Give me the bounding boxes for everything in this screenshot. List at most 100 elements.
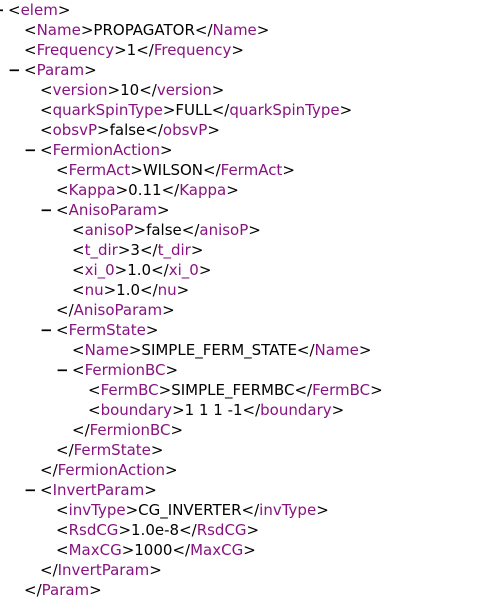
tag-name: Name (84, 341, 129, 359)
angle-bracket: > (282, 161, 295, 179)
angle-bracket: </ (56, 301, 74, 319)
angle-bracket: > (198, 261, 212, 279)
xml-open-tag-line: − <FermionAction> (24, 140, 173, 160)
element-value: 1.0e-8 (131, 521, 180, 539)
angle-bracket: > (114, 261, 128, 279)
angle-bracket: < (72, 221, 85, 239)
angle-bracket: > (316, 501, 329, 519)
angle-bracket: < (56, 541, 69, 559)
minus-collapse-icon[interactable]: − (40, 320, 56, 340)
tag-name: invType (68, 501, 126, 519)
angle-bracket: > (165, 361, 179, 379)
tag-name: xi_0 (84, 261, 115, 279)
angle-bracket: </ (172, 541, 191, 559)
element-value: 0.11 (128, 181, 162, 199)
xml-element-line: <Kappa>0.11</Kappa> (56, 180, 239, 200)
xml-element-line: <Name>SIMPLE_FERM_STATE</Name> (72, 340, 371, 360)
angle-bracket: < (56, 201, 69, 219)
angle-bracket: < (24, 61, 37, 79)
tag-name: Name (212, 21, 257, 39)
element-value: SIMPLE_FERM_STATE (141, 341, 297, 359)
angle-bracket: < (56, 521, 69, 539)
tag-name: Frequency (36, 41, 115, 59)
angle-bracket: > (248, 221, 261, 239)
xml-element-line: <FermAct>WILSON</FermAct> (56, 160, 295, 180)
tag-name: Param (41, 581, 90, 599)
angle-bracket: > (226, 181, 239, 199)
tag-name: RsdCG (68, 521, 119, 539)
angle-bracket: > (162, 101, 176, 119)
angle-bracket: > (103, 281, 117, 299)
angle-bracket: > (162, 301, 175, 319)
angle-bracket: < (40, 481, 53, 499)
angle-bracket: </ (136, 41, 154, 59)
xml-close-tag-line: </AnisoParam> (56, 300, 175, 320)
element-value: 1.0 (116, 281, 141, 299)
xml-close-tag-line: </InvertParam> (40, 560, 162, 580)
angle-bracket: </ (151, 261, 169, 279)
angle-bracket: </ (179, 521, 197, 539)
angle-bracket: > (256, 21, 270, 39)
minus-collapse-icon[interactable]: − (24, 140, 40, 160)
tag-name: quarkSpinType (229, 101, 340, 119)
element-value: WILSON (142, 161, 204, 179)
angle-bracket: > (145, 321, 159, 339)
xml-open-tag-line: −<elem> (0, 0, 70, 20)
angle-bracket: < (88, 381, 101, 399)
xml-element-line: <Name>PROPAGATOR</Name> (24, 20, 269, 40)
angle-bracket: < (24, 41, 37, 59)
angle-bracket: < (24, 21, 37, 39)
tag-name: Name (36, 21, 81, 39)
angle-bracket: < (72, 361, 85, 379)
angle-bracket: </ (294, 381, 313, 399)
xml-open-tag-line: − <InvertParam> (24, 480, 157, 500)
tag-name: version (156, 81, 212, 99)
minus-collapse-icon[interactable]: − (40, 200, 56, 220)
tag-name: t_dir (157, 241, 191, 259)
tag-name: MaxCG (68, 541, 122, 559)
element-value: CG_INVERTER (138, 501, 242, 519)
element-value: 10 (120, 81, 140, 99)
element-value: false (146, 221, 182, 239)
tag-name: obsvP (162, 121, 208, 139)
xml-open-tag-line: − <FermionBC> (56, 360, 178, 380)
angle-bracket: </ (241, 501, 260, 519)
element-value: 1.0 (127, 261, 152, 279)
xml-element-line: <boundary>1 1 1 -1</boundary> (88, 400, 344, 420)
angle-bracket: > (170, 421, 184, 439)
minus-collapse-icon[interactable]: − (0, 0, 8, 20)
tag-name: AnisoParam (68, 201, 158, 219)
tag-name: quarkSpinType (52, 101, 163, 119)
angle-bracket: < (8, 1, 21, 19)
angle-bracket: </ (194, 21, 213, 39)
minus-collapse-icon[interactable]: − (24, 480, 40, 500)
tag-name: anisoP (84, 221, 134, 239)
tag-name: obsvP (52, 121, 98, 139)
minus-collapse-icon[interactable]: − (56, 360, 72, 380)
angle-bracket: </ (296, 341, 315, 359)
angle-bracket: </ (181, 221, 200, 239)
tag-name: InvertParam (57, 561, 150, 579)
xml-element-line: <quarkSpinType>FULL</quarkSpinType> (40, 100, 352, 120)
angle-bracket: > (207, 121, 220, 139)
angle-bracket: > (211, 81, 225, 99)
angle-bracket: </ (40, 561, 58, 579)
angle-bracket: > (150, 441, 164, 459)
angle-bracket: > (89, 581, 102, 599)
angle-bracket: < (56, 161, 69, 179)
angle-bracket: > (157, 201, 170, 219)
xml-close-tag-line: </FermionBC> (72, 420, 183, 440)
minus-collapse-icon[interactable]: − (8, 60, 24, 80)
angle-bracket: </ (56, 441, 74, 459)
tag-name: t_dir (84, 241, 118, 259)
angle-bracket: </ (72, 421, 90, 439)
angle-bracket: > (107, 81, 121, 99)
angle-bracket: < (40, 141, 53, 159)
angle-bracket: </ (140, 281, 158, 299)
xml-element-line: <t_dir>3</t_dir> (72, 240, 203, 260)
angle-bracket: > (231, 41, 244, 59)
tag-name: FermionAction (52, 141, 160, 159)
angle-bracket: > (125, 501, 139, 519)
angle-bracket: > (246, 521, 260, 539)
element-value: FULL (175, 101, 212, 119)
